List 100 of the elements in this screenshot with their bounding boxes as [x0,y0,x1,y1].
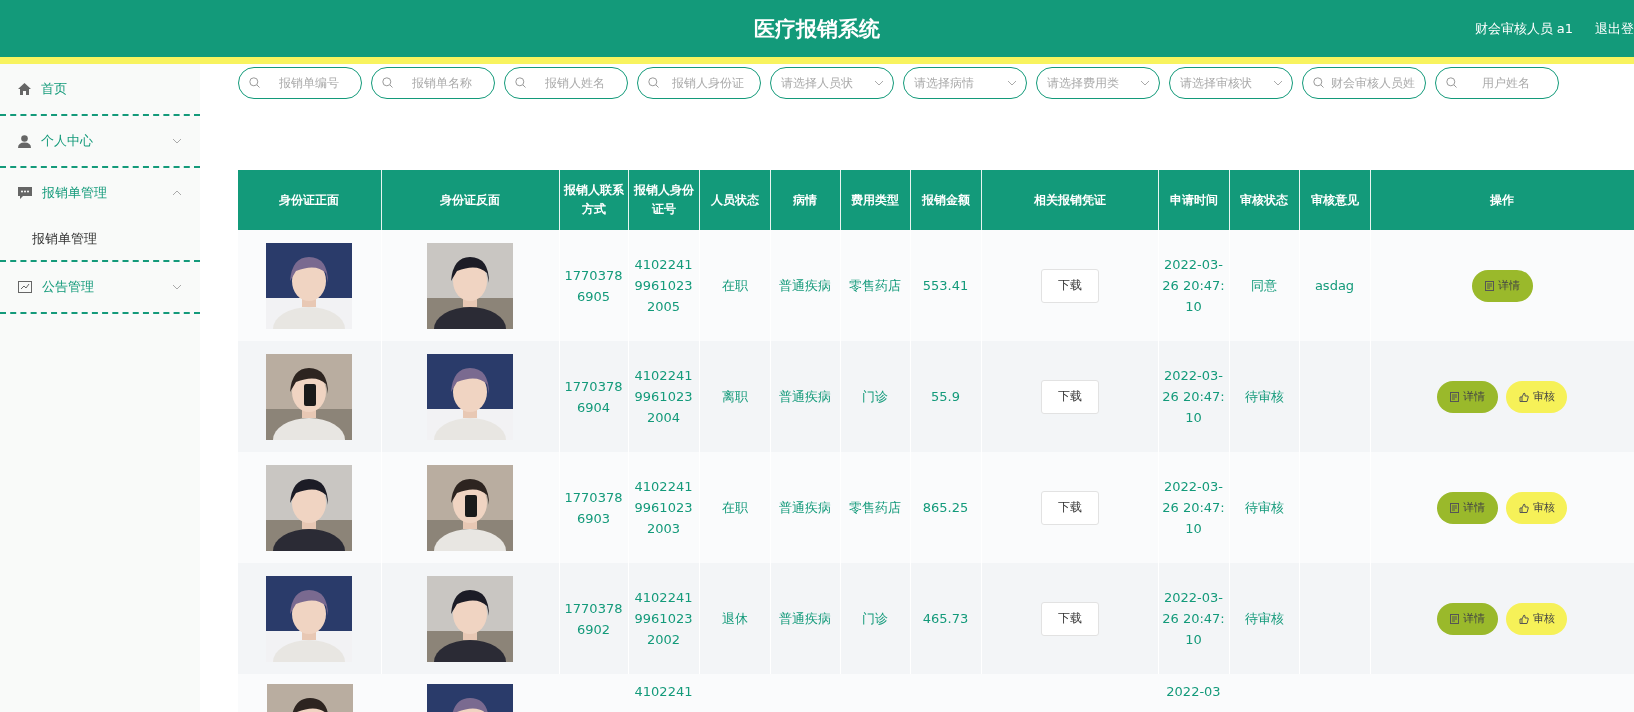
download-button[interactable]: 下载 [1040,490,1099,525]
table-cell: 在职 [721,278,748,293]
table-cell: 离职 [721,389,748,404]
detail-button[interactable]: 详情 [1437,380,1498,413]
chevron-down-icon [1140,80,1150,86]
table-cell: 865.25 [922,500,969,515]
table-cell: 2022-03-26 20:47:10 [1162,479,1225,536]
search-field[interactable]: 用户姓名 [1435,67,1559,99]
table-cell: 门诊 [862,389,888,404]
review-button[interactable]: 审核 [1506,602,1567,635]
document-icon [1450,391,1459,402]
user-role: 财会审核人员 a1 [1474,19,1573,38]
column-header: 相关报销凭证 [981,170,1158,230]
sidebar-item[interactable]: 个人中心 [0,116,200,166]
search-icon [1446,77,1457,88]
logout-link[interactable]: 退出登 [1595,19,1634,38]
table-cell: 退休 [721,611,748,626]
chevron-down-icon [874,80,884,86]
chevron-up-icon [172,190,182,196]
table-cell: 17703786902 [564,600,623,637]
chevron-down-icon [1007,80,1017,86]
search-field[interactable]: 报销单编号 [238,67,362,99]
column-header: 操作 [1370,170,1634,230]
table-cell: 410224199610232002 [634,590,693,647]
table-cell: asdag [1314,278,1355,293]
table-cell: 在职 [721,500,748,515]
detail-button[interactable]: 详情 [1471,269,1533,302]
search-field[interactable]: 报销人身份证 [637,67,761,99]
document-icon [1450,502,1459,513]
thumbs-up-icon [1518,391,1529,402]
table-cell: 410224199610232003 [634,479,693,536]
table-cell: 410224199610232005 [634,257,693,314]
search-icon [249,77,260,88]
table-cell: 待审核 [1244,389,1284,404]
table-cell: 2022-03-26 20:47:10 [1162,368,1225,425]
column-header: 报销人身份证号 [628,170,699,230]
table-cell: 2022-03 [1166,684,1221,699]
search-field[interactable]: 报销单名称 [371,67,495,99]
search-icon [382,77,393,88]
column-header: 人员状态 [699,170,770,230]
table-cell: 55.9 [931,389,960,404]
sidebar-subitem[interactable]: 报销单管理 [0,218,200,260]
table-cell: 普通疾病 [779,278,831,293]
review-button[interactable]: 审核 [1506,380,1567,413]
table-cell: 门诊 [862,611,888,626]
select-field[interactable]: 请选择人员状 [770,67,894,99]
table-cell: 零售药店 [849,500,901,515]
detail-button[interactable]: 详情 [1437,602,1498,635]
detail-button[interactable]: 详情 [1437,491,1498,524]
column-header: 病情 [770,170,840,230]
sidebar-item[interactable]: 公告管理 [0,262,200,312]
table-cell: 同意 [1251,278,1277,293]
table-cell: 4102241 [634,684,693,699]
table-cell: 17703786905 [564,267,623,304]
search-icon [1313,77,1324,88]
user-icon [18,134,31,148]
chevron-down-icon [172,284,182,290]
table-cell: 待审核 [1244,611,1284,626]
document-icon [1450,613,1459,624]
chart-icon [18,281,32,293]
column-header: 费用类型 [840,170,910,230]
select-field[interactable]: 请选择审核状 [1169,67,1293,99]
table-cell: 待审核 [1244,500,1284,515]
document-icon [1484,280,1494,291]
search-icon [648,77,659,88]
table-cell: 17703786904 [564,378,623,415]
thumbs-up-icon [1518,613,1529,624]
download-button[interactable]: 下载 [1040,379,1099,414]
chevron-down-icon [1273,80,1283,86]
table-cell: 465.73 [922,611,969,626]
search-field[interactable]: 报销人姓名 [504,67,628,99]
table-cell: 17703786903 [564,489,623,526]
table-cell: 普通疾病 [779,389,831,404]
column-header: 身份证反面 [381,170,559,230]
table-cell: 2022-03-26 20:47:10 [1162,590,1225,647]
column-header: 审核意见 [1299,170,1370,230]
table-cell: 普通疾病 [779,500,831,515]
app-title: 医疗报销系统 [754,15,880,43]
table-cell: 2022-03-26 20:47:10 [1162,257,1225,314]
table-cell: 553.41 [922,278,969,293]
chevron-down-icon [172,138,182,144]
select-field[interactable]: 请选择病情 [903,67,1027,99]
column-header: 审核状态 [1229,170,1299,230]
column-header: 身份证正面 [238,170,381,230]
sidebar-item[interactable]: 首页 [0,64,200,116]
select-field[interactable]: 请选择费用类 [1036,67,1160,99]
search-field[interactable]: 财会审核人员姓 [1302,67,1426,99]
download-button[interactable]: 下载 [1040,268,1099,303]
table-cell: 410224199610232004 [634,368,693,425]
review-button[interactable]: 审核 [1506,491,1567,524]
column-header: 报销金额 [910,170,981,230]
column-header: 申请时间 [1158,170,1229,230]
table-cell: 普通疾病 [779,611,831,626]
download-button[interactable]: 下载 [1040,601,1099,636]
column-header: 报销人联系方式 [559,170,628,230]
table-cell: 零售药店 [849,278,901,293]
thumbs-up-icon [1518,502,1529,513]
home-icon [18,83,31,95]
search-icon [515,77,526,88]
sidebar-item[interactable]: 报销单管理 [0,168,200,218]
